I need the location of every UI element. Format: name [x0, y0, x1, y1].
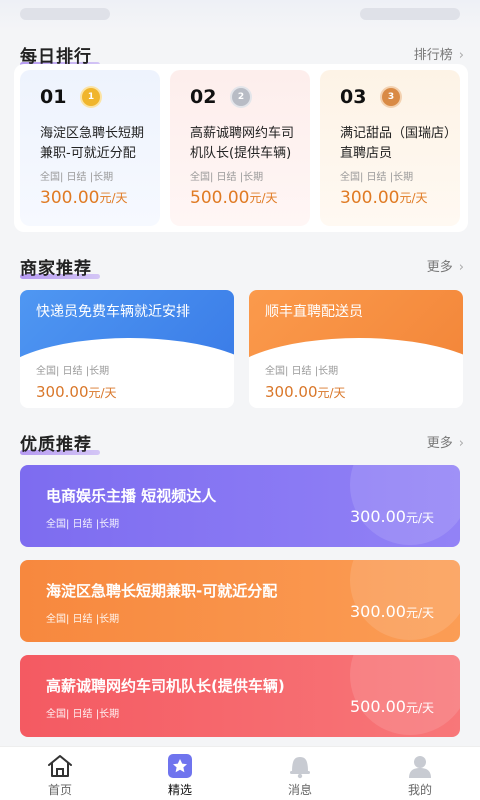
quality-card-1[interactable]: 电商娱乐主播 短视频达人 全国| 日结 |长期 300.00元/天	[20, 465, 460, 547]
merchant-header: 商家推荐 更多 ›	[20, 252, 464, 282]
salary-amount: 300.00	[349, 602, 406, 621]
merchant-salary: 300.00元/天	[265, 382, 346, 401]
status-bar-left-blur	[20, 8, 110, 20]
nav-label: 消息	[287, 783, 312, 797]
nav-item-messages[interactable]: 消息	[240, 751, 360, 800]
salary-unit: 元/天	[317, 386, 346, 400]
featured-star-icon	[168, 754, 192, 778]
silver-medal-icon: 2	[232, 88, 250, 106]
salary-unit: 元/天	[88, 386, 117, 400]
merchant-salary: 300.00元/天	[36, 382, 117, 401]
message-bell-icon	[290, 757, 310, 779]
salary-amount: 500.00	[349, 697, 406, 716]
nav-label: 精选	[167, 783, 192, 797]
quality-card-2[interactable]: 海淀区急聘长短期兼职-可就近分配 全国| 日结 |长期 300.00元/天	[20, 560, 460, 642]
rank-number: 03	[340, 86, 367, 108]
salary-amount: 500.00	[190, 188, 250, 208]
rank-job-tags: 全国| 日结 |长期	[190, 172, 264, 183]
chevron-right-icon: ›	[458, 436, 464, 451]
salary-amount: 300.00	[349, 507, 406, 526]
more-label: 更多	[426, 436, 453, 451]
rank-salary: 300.00元/天	[40, 188, 128, 208]
quality-more-link[interactable]: 更多 ›	[427, 432, 464, 451]
decor-bubble	[350, 560, 460, 640]
salary-amount: 300.00	[40, 188, 100, 208]
quality-job-tags: 全国| 日结 |长期	[46, 614, 120, 625]
more-label: 更多	[426, 260, 453, 275]
nav-item-home[interactable]: 首页	[0, 751, 120, 800]
salary-unit: 元/天	[99, 191, 128, 205]
nav-item-profile[interactable]: 我的	[360, 751, 480, 800]
quality-job-title: 海淀区急聘长短期兼职-可就近分配	[46, 582, 278, 600]
merchant-title: 商家推荐	[20, 259, 92, 279]
salary-amount: 300.00	[265, 383, 318, 401]
decor-bubble	[350, 465, 460, 545]
merchant-card-1[interactable]: 快递员免费车辆就近安排 全国| 日结 |长期 300.00元/天	[20, 290, 234, 408]
daily-ranking-panel: 01 1 海淀区急聘长短期兼职-可就近分配 全国| 日结 |长期 300.00元…	[14, 64, 468, 232]
rank-salary: 500.00元/天	[190, 188, 278, 208]
bronze-medal-icon: 3	[382, 88, 400, 106]
chevron-right-icon: ›	[458, 48, 464, 63]
rank-number: 01	[40, 86, 67, 108]
rank-number: 02	[190, 86, 217, 108]
salary-unit: 元/天	[399, 191, 428, 205]
nav-label: 首页	[47, 783, 72, 797]
gold-medal-icon: 1	[82, 88, 100, 106]
rank-salary: 300.00元/天	[340, 188, 428, 208]
rank-job-title: 高薪诚聘网约车司机队长(提供车辆)	[190, 126, 295, 161]
nav-item-featured[interactable]: 精选	[120, 751, 240, 800]
quality-job-title: 电商娱乐主播 短视频达人	[46, 487, 217, 505]
rank-card-1[interactable]: 01 1 海淀区急聘长短期兼职-可就近分配 全国| 日结 |长期 300.00元…	[20, 70, 160, 226]
status-bar	[0, 0, 480, 30]
salary-unit: 元/天	[249, 191, 278, 205]
merchant-card-2[interactable]: 顺丰直聘配送员 全国| 日结 |长期 300.00元/天	[249, 290, 463, 408]
merchant-job-tags: 全国| 日结 |长期	[36, 366, 110, 377]
quality-card-3[interactable]: 高薪诚聘网约车司机队长(提供车辆) 全国| 日结 |长期 500.00元/天	[20, 655, 460, 737]
quality-salary: 500.00元/天	[350, 697, 434, 716]
merchant-job-title: 快递员免费车辆就近安排	[36, 304, 190, 320]
rank-job-title: 海淀区急聘长短期兼职-可就近分配	[40, 126, 145, 161]
chevron-right-icon: ›	[458, 260, 464, 275]
salary-unit: 元/天	[405, 511, 434, 525]
merchant-more-link[interactable]: 更多 ›	[427, 256, 464, 275]
quality-salary: 300.00元/天	[350, 507, 434, 526]
profile-icon	[409, 756, 431, 778]
rank-card-2[interactable]: 02 2 高薪诚聘网约车司机队长(提供车辆) 全国| 日结 |长期 500.00…	[170, 70, 310, 226]
quality-header: 优质推荐 更多 ›	[20, 428, 464, 458]
quality-title: 优质推荐	[20, 435, 92, 455]
nav-label: 我的	[407, 783, 432, 797]
ranking-list-link[interactable]: 排行榜 ›	[414, 44, 464, 63]
salary-amount: 300.00	[36, 383, 89, 401]
rank-card-3[interactable]: 03 3 满记甜品（国瑞店）直聘店员 全国| 日结 |长期 300.00元/天	[320, 70, 460, 226]
decor-bubble	[350, 655, 460, 735]
ranking-list-label: 排行榜	[413, 48, 453, 63]
status-bar-right-blur	[360, 8, 460, 20]
rank-job-title: 满记甜品（国瑞店）直聘店员	[340, 126, 451, 161]
merchant-job-tags: 全国| 日结 |长期	[265, 366, 339, 377]
salary-unit: 元/天	[405, 606, 434, 620]
quality-job-title: 高薪诚聘网约车司机队长(提供车辆)	[46, 677, 285, 695]
salary-unit: 元/天	[405, 701, 434, 715]
merchant-job-title: 顺丰直聘配送员	[265, 304, 363, 320]
bottom-nav: 首页 精选 消息 我的	[0, 746, 480, 800]
rank-job-tags: 全国| 日结 |长期	[40, 172, 114, 183]
rank-job-tags: 全国| 日结 |长期	[340, 172, 414, 183]
home-icon	[48, 755, 72, 777]
quality-job-tags: 全国| 日结 |长期	[46, 519, 120, 530]
salary-amount: 300.00	[340, 188, 400, 208]
quality-job-tags: 全国| 日结 |长期	[46, 709, 120, 720]
quality-salary: 300.00元/天	[350, 602, 434, 621]
